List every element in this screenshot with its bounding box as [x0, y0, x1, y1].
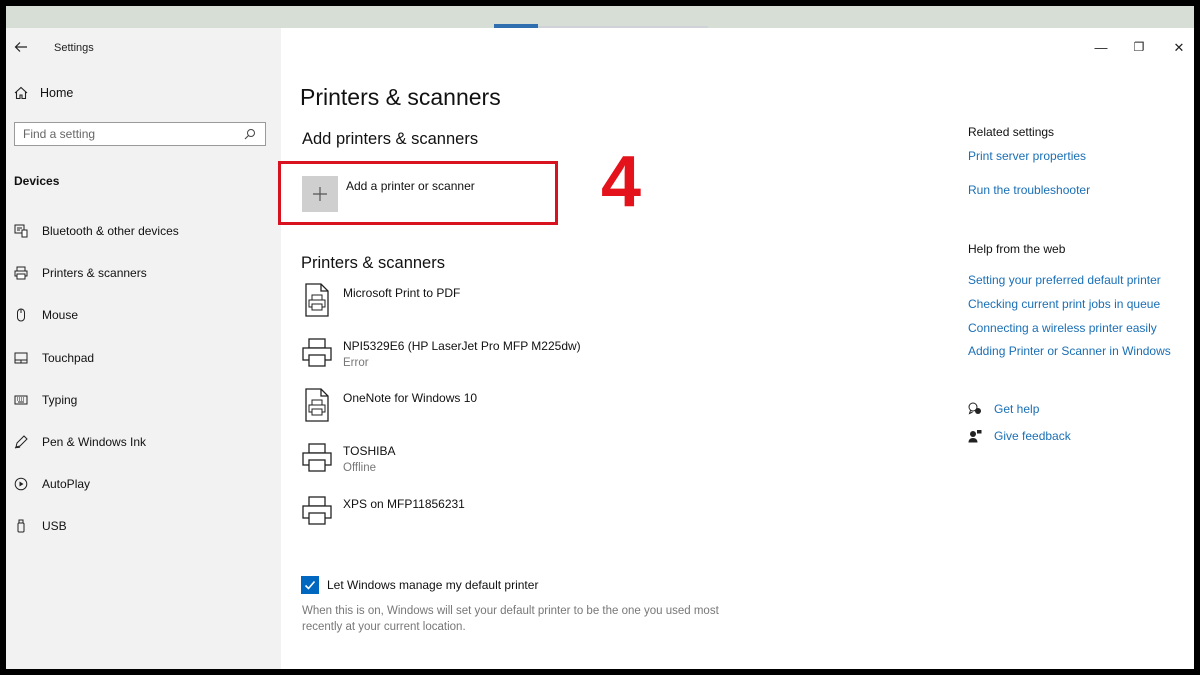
feedback-person-icon: [968, 429, 982, 443]
default-printer-label[interactable]: Let Windows manage my default printer: [327, 578, 538, 592]
printer-name: NPI5329E6 (HP LaserJet Pro MFP M225dw): [343, 339, 581, 353]
home-label: Home: [40, 86, 74, 100]
sidebar-item-label: AutoPlay: [42, 477, 91, 491]
minimize-icon[interactable]: —: [1093, 40, 1109, 55]
pen-icon: [14, 435, 28, 449]
printer-name: OneNote for Windows 10: [343, 391, 478, 405]
sidebar-item-label: Mouse: [42, 308, 79, 322]
bluetooth-devices-icon: [14, 224, 28, 238]
default-printer-checkbox[interactable]: [301, 576, 319, 594]
web-link-add-printer[interactable]: Adding Printer or Scanner in Windows: [968, 344, 1171, 358]
sidebar-item-label: Pen & Windows Ink: [42, 435, 147, 449]
search-input[interactable]: [23, 127, 243, 141]
list-item[interactable]: OneNote for Windows 10: [301, 385, 477, 425]
sidebar-item-label: Touchpad: [42, 351, 95, 365]
usb-icon: [14, 519, 28, 533]
add-section-title: Add printers & scanners: [302, 130, 479, 148]
sidebar-item-typing[interactable]: Typing: [14, 390, 77, 410]
give-feedback-row[interactable]: Give feedback: [968, 429, 1071, 443]
print-server-properties-link[interactable]: Print server properties: [968, 149, 1086, 163]
back-arrow-icon[interactable]: [14, 40, 30, 56]
section-label-devices: Devices: [14, 174, 60, 188]
sidebar-item-home[interactable]: Home: [14, 86, 73, 100]
web-link-default-printer[interactable]: Setting your preferred default printer: [968, 273, 1161, 287]
list-item[interactable]: NPI5329E6 (HP LaserJet Pro MFP M225dw) E…: [301, 333, 581, 373]
settings-window: Settings Home Devices Bluetooth & other …: [6, 6, 1194, 669]
sidebar-item-touchpad[interactable]: Touchpad: [14, 348, 94, 368]
printer-status: Error: [343, 357, 369, 369]
get-help-row[interactable]: Get help: [968, 402, 1039, 416]
autoplay-icon: [14, 477, 28, 491]
document-printer-icon: [301, 385, 333, 425]
sidebar-item-usb[interactable]: USB: [14, 516, 67, 536]
sidebar: Settings Home Devices Bluetooth & other …: [6, 28, 281, 669]
get-help-link[interactable]: Get help: [994, 402, 1039, 416]
sidebar-item-label: Typing: [42, 393, 78, 407]
web-link-print-jobs[interactable]: Checking current print jobs in queue: [968, 297, 1160, 311]
document-printer-icon: [301, 280, 333, 320]
printer-list-title: Printers & scanners: [301, 254, 445, 272]
sidebar-item-pen[interactable]: Pen & Windows Ink: [14, 432, 146, 452]
run-troubleshooter-link[interactable]: Run the troubleshooter: [968, 183, 1090, 197]
page-title: Printers & scanners: [300, 84, 501, 110]
sidebar-item-mouse[interactable]: Mouse: [14, 305, 78, 325]
annotation-step-number: 4: [601, 142, 642, 222]
help-from-web-heading: Help from the web: [968, 242, 1066, 256]
printer-icon: [301, 491, 333, 531]
main-content: — ❐ ✕ Printers & scanners Add printers &…: [278, 28, 1194, 669]
printer-status: Offline: [343, 462, 377, 474]
keyboard-icon: [14, 393, 28, 407]
related-settings-heading: Related settings: [968, 125, 1055, 139]
sidebar-item-label: USB: [42, 519, 67, 533]
maximize-icon[interactable]: ❐: [1131, 40, 1147, 54]
list-item[interactable]: XPS on MFP11856231: [301, 491, 465, 531]
sidebar-item-bluetooth[interactable]: Bluetooth & other devices: [14, 221, 179, 241]
plus-icon: [313, 187, 327, 201]
sidebar-item-printers[interactable]: Printers & scanners: [14, 263, 147, 283]
list-item[interactable]: TOSHIBA Offline: [301, 438, 395, 478]
mouse-icon: [14, 308, 28, 322]
printer-name: XPS on MFP11856231: [343, 497, 465, 511]
add-printer-button[interactable]: [302, 176, 338, 212]
checkmark-icon: [304, 580, 316, 590]
default-printer-description: When this is on, Windows will set your d…: [302, 605, 719, 633]
window-title: Settings: [54, 42, 94, 54]
chat-help-icon: [968, 402, 982, 416]
sidebar-item-label: Bluetooth & other devices: [42, 224, 179, 238]
touchpad-icon: [14, 351, 28, 365]
printer-name: Microsoft Print to PDF: [343, 286, 461, 300]
search-icon[interactable]: [243, 127, 257, 141]
web-link-wireless-printer[interactable]: Connecting a wireless printer easily: [968, 321, 1157, 335]
printer-name: TOSHIBA: [343, 444, 396, 458]
printer-icon: [301, 333, 333, 373]
search-box[interactable]: [14, 122, 266, 146]
home-icon: [14, 86, 28, 100]
sidebar-item-label: Printers & scanners: [42, 266, 147, 280]
close-icon[interactable]: ✕: [1171, 40, 1187, 56]
printer-icon: [14, 266, 28, 280]
give-feedback-link[interactable]: Give feedback: [994, 429, 1071, 443]
sidebar-item-autoplay[interactable]: AutoPlay: [14, 474, 90, 494]
list-item[interactable]: Microsoft Print to PDF: [301, 280, 460, 320]
add-printer-label[interactable]: Add a printer or scanner: [346, 179, 475, 193]
desktop-top-strip: [6, 6, 1194, 28]
printer-icon: [301, 438, 333, 478]
